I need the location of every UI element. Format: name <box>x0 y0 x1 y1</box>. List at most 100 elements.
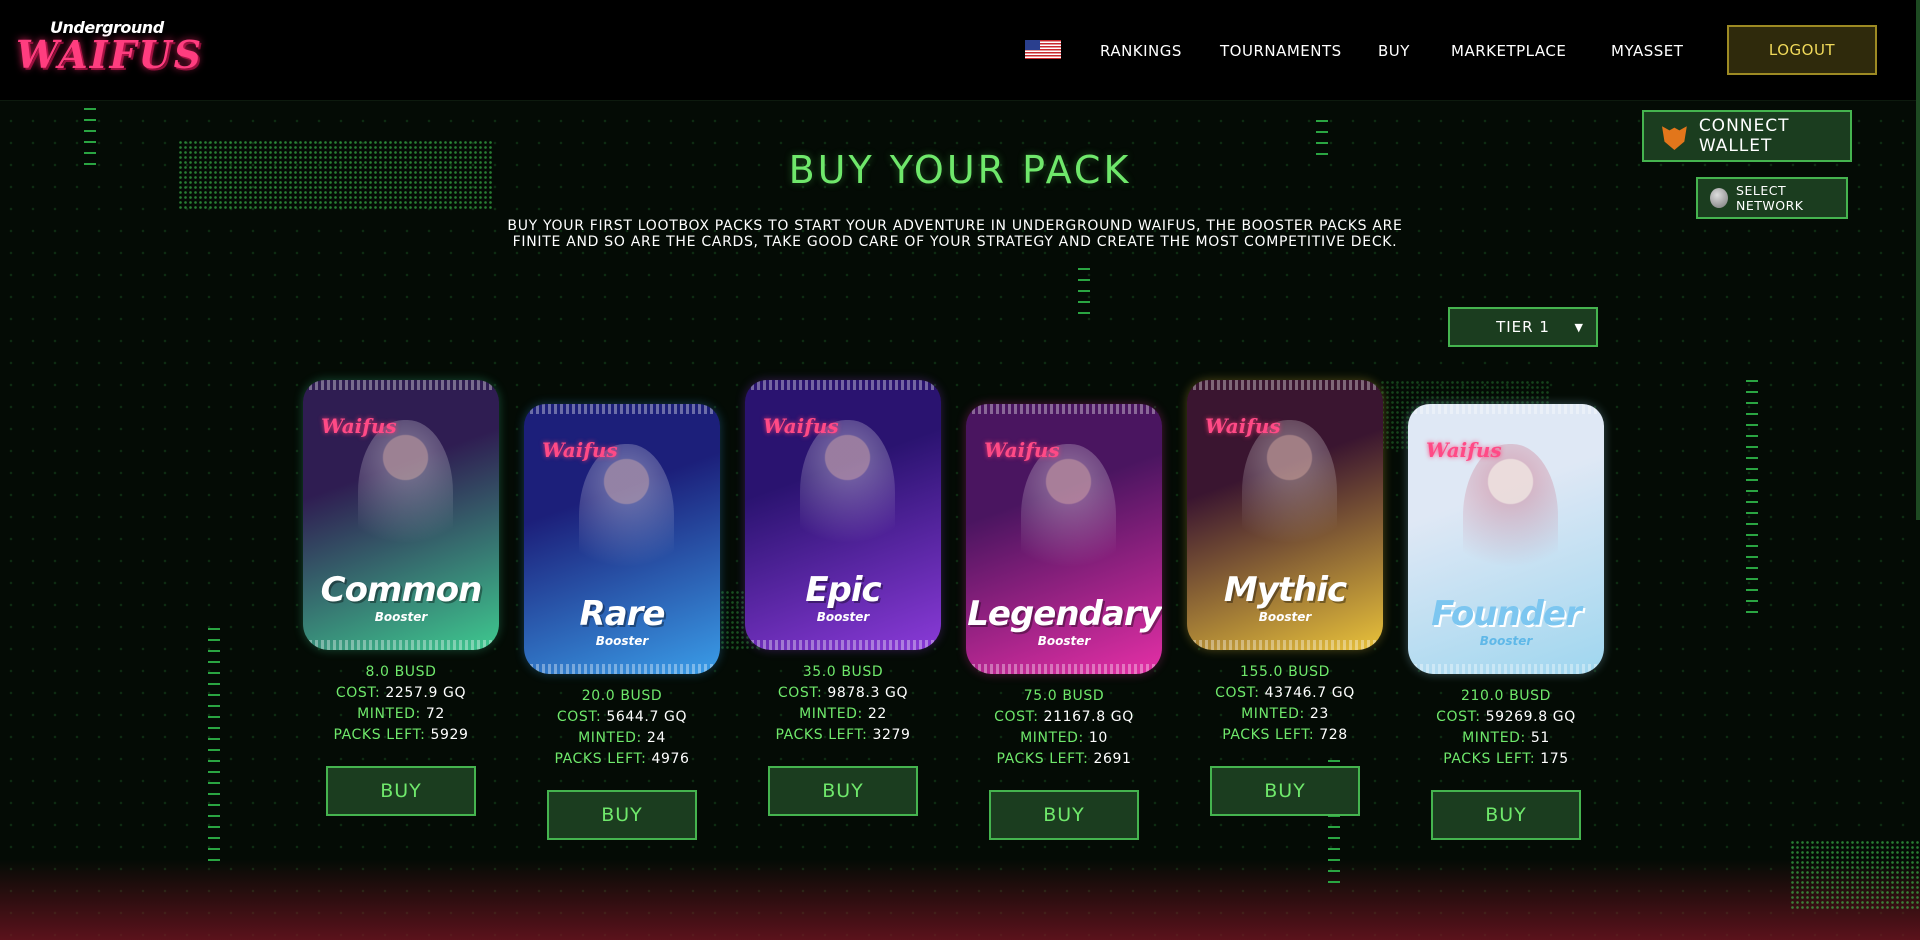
pack-card-mythic: Waifus Mythic Booster 155.0 BUSD COST: 4… <box>1187 380 1383 816</box>
buy-button[interactable]: BUY <box>326 766 476 816</box>
nav-buy[interactable]: BUY <box>1378 42 1410 60</box>
minted-label: MINTED: <box>1241 706 1310 722</box>
chevron-down-icon: ▼ <box>1574 321 1584 334</box>
pack-logo: Waifus <box>984 438 1060 462</box>
pack-crimp-top <box>966 404 1162 414</box>
pack-card-epic: Waifus Epic Booster 35.0 BUSD COST: 9878… <box>745 380 941 816</box>
pack-stats: 155.0 BUSD COST: 43746.7 GQ MINTED: 23 P… <box>1187 662 1383 746</box>
pack-name: Mythic <box>1223 570 1347 610</box>
cost-label: COST: <box>994 709 1044 725</box>
cost-value: 2257.9 GQ <box>385 685 467 701</box>
cost-value: 5644.7 GQ <box>606 709 688 725</box>
pack-image[interactable]: Waifus Epic Booster <box>745 380 941 650</box>
pack-cost-row: COST: 2257.9 GQ <box>303 683 499 704</box>
pack-card-rare: Waifus Rare Booster 20.0 BUSD COST: 5644… <box>524 404 720 840</box>
pack-crimp-top <box>303 380 499 390</box>
pack-stats: 8.0 BUSD COST: 2257.9 GQ MINTED: 72 PACK… <box>303 662 499 746</box>
packs-left-label: PACKS LEFT: <box>333 727 431 743</box>
buy-button[interactable]: BUY <box>1210 766 1360 816</box>
tier-select[interactable]: TIER 1 ▼ <box>1448 307 1598 347</box>
buy-button[interactable]: BUY <box>1431 790 1581 840</box>
pack-stats: 35.0 BUSD COST: 9878.3 GQ MINTED: 22 PAC… <box>745 662 941 746</box>
minted-value: 23 <box>1309 706 1329 722</box>
nav-tournaments[interactable]: TOURNAMENTS <box>1220 42 1342 60</box>
waifu-figure <box>1021 444 1116 594</box>
pack-crimp-bottom <box>1187 640 1383 650</box>
cost-label: COST: <box>1436 709 1486 725</box>
brand-logo[interactable]: Underground WAIFUS <box>16 16 201 80</box>
waifu-figure <box>1242 420 1337 570</box>
minted-label: MINTED: <box>1020 730 1089 746</box>
pack-crimp-top <box>524 404 720 414</box>
logout-button[interactable]: LOGOUT <box>1727 25 1877 75</box>
pack-minted-row: MINTED: 72 <box>303 704 499 725</box>
us-flag-icon[interactable] <box>1025 40 1061 59</box>
pack-left-row: PACKS LEFT: 5929 <box>303 725 499 746</box>
pack-name: Rare <box>579 594 666 634</box>
packs-left-value: 728 <box>1319 727 1348 743</box>
buy-button[interactable]: BUY <box>768 766 918 816</box>
buy-button[interactable]: BUY <box>989 790 1139 840</box>
pack-crimp-top <box>1187 380 1383 390</box>
pack-name: Epic <box>805 570 881 610</box>
packs-left-label: PACKS LEFT: <box>775 727 873 743</box>
pack-left-row: PACKS LEFT: 175 <box>1408 749 1604 770</box>
pack-left-row: PACKS LEFT: 728 <box>1187 725 1383 746</box>
packs-left-value: 2691 <box>1093 751 1132 767</box>
flag-canton <box>1025 40 1040 50</box>
pack-minted-row: MINTED: 10 <box>966 728 1162 749</box>
cost-value: 43746.7 GQ <box>1264 685 1355 701</box>
pack-left-row: PACKS LEFT: 4976 <box>524 749 720 770</box>
nav-rankings[interactable]: RANKINGS <box>1100 42 1182 60</box>
pack-logo: Waifus <box>542 438 618 462</box>
pack-logo: Waifus <box>763 414 839 438</box>
pack-minted-row: MINTED: 23 <box>1187 704 1383 725</box>
tier-select-value: TIER 1 <box>1496 318 1550 336</box>
pack-stats: 210.0 BUSD COST: 59269.8 GQ MINTED: 51 P… <box>1408 686 1604 770</box>
pack-image[interactable]: Waifus Legendary Booster <box>966 404 1162 674</box>
packs-left-label: PACKS LEFT: <box>554 751 652 767</box>
minted-label: MINTED: <box>1462 730 1531 746</box>
pack-image[interactable]: Waifus Mythic Booster <box>1187 380 1383 650</box>
pack-cost-row: COST: 5644.7 GQ <box>524 707 720 728</box>
pack-card-legendary: Waifus Legendary Booster 75.0 BUSD COST:… <box>966 404 1162 840</box>
nav-marketplace[interactable]: MARKETPLACE <box>1451 42 1566 60</box>
pack-cost-row: COST: 43746.7 GQ <box>1187 683 1383 704</box>
pack-image[interactable]: Waifus Rare Booster <box>524 404 720 674</box>
pack-price: 75.0 BUSD <box>1023 688 1105 704</box>
pack-image[interactable]: Waifus Founder Booster <box>1408 404 1604 674</box>
packs-left-label: PACKS LEFT: <box>996 751 1094 767</box>
tick-marks <box>1078 268 1090 318</box>
pack-price: 8.0 BUSD <box>365 664 437 680</box>
pack-crimp-bottom <box>1408 664 1604 674</box>
pack-subtitle: Booster <box>1258 610 1312 624</box>
metamask-fox-icon <box>1662 126 1687 150</box>
minted-value: 10 <box>1088 730 1108 746</box>
pack-crimp-top <box>1408 404 1604 414</box>
cost-label: COST: <box>777 685 828 701</box>
packs-left-label: PACKS LEFT: <box>1222 727 1320 743</box>
nav-myasset[interactable]: MYASSET <box>1611 42 1683 60</box>
cost-value: 21167.8 GQ <box>1043 709 1134 725</box>
tick-marks <box>208 628 220 868</box>
waifu-figure <box>358 420 453 570</box>
pack-crimp-bottom <box>745 640 941 650</box>
buy-button[interactable]: BUY <box>547 790 697 840</box>
pack-subtitle: Booster <box>595 634 649 648</box>
waifu-figure <box>1463 444 1558 594</box>
minted-label: MINTED: <box>799 706 868 722</box>
pack-crimp-bottom <box>966 664 1162 674</box>
waifu-figure <box>800 420 895 570</box>
pack-price: 20.0 BUSD <box>581 688 663 704</box>
pack-logo: Waifus <box>1205 414 1281 438</box>
pack-logo: Waifus <box>1426 438 1502 462</box>
pack-cost-row: COST: 21167.8 GQ <box>966 707 1162 728</box>
page-title: BUY YOUR PACK <box>788 148 1132 192</box>
pack-image[interactable]: Waifus Common Booster <box>303 380 499 650</box>
cost-label: COST: <box>1215 685 1265 701</box>
packs-left-value: 4976 <box>651 751 690 767</box>
minted-value: 22 <box>867 706 887 722</box>
pack-cost-row: COST: 59269.8 GQ <box>1408 707 1604 728</box>
pack-stats: 20.0 BUSD COST: 5644.7 GQ MINTED: 24 PAC… <box>524 686 720 770</box>
page-scrollbar[interactable] <box>1916 0 1920 520</box>
